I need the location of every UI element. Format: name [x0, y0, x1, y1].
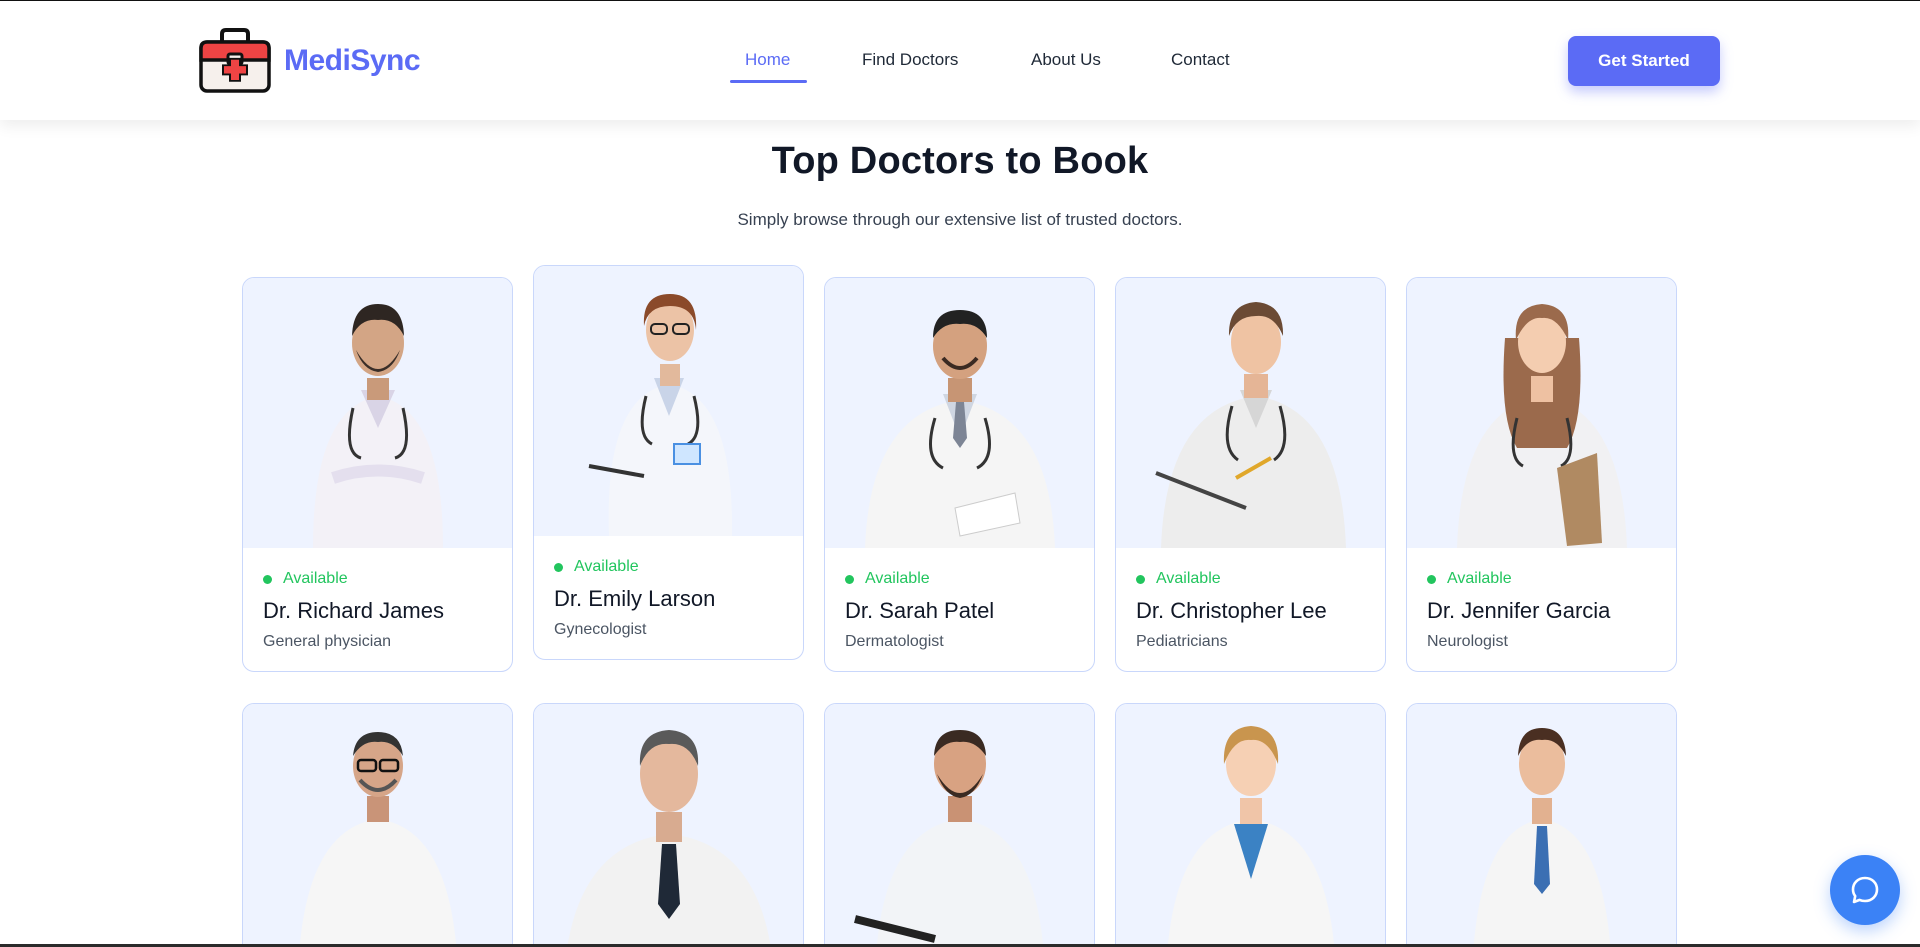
get-started-button[interactable]: Get Started — [1568, 36, 1720, 86]
availability-status: Available — [554, 558, 783, 576]
availability-label: Available — [865, 570, 930, 587]
doctor-portrait-icon — [1457, 304, 1627, 548]
doctor-portrait-icon — [1473, 728, 1611, 947]
nav-home-label: Home — [745, 50, 791, 69]
nav-contact[interactable]: Contact — [1171, 50, 1230, 70]
nav-about-us-label: About Us — [1031, 50, 1101, 69]
doctor-card[interactable]: Available Dr. Christopher Lee Pediatrici… — [1115, 277, 1386, 672]
status-dot — [1136, 574, 1145, 584]
doctor-card[interactable]: Available Dr. Richard James General phys… — [242, 277, 513, 672]
doctor-card[interactable] — [824, 703, 1095, 947]
doctor-card[interactable]: Available Dr. Emily Larson Gynecologist — [533, 265, 804, 660]
doctor-name: Dr. Jennifer Garcia — [1427, 598, 1611, 623]
availability-label: Available — [574, 558, 639, 575]
doctor-name: Dr. Christopher Lee — [1136, 598, 1327, 623]
doctor-photo — [1407, 704, 1676, 947]
brand-logo[interactable]: MediSync — [198, 28, 421, 94]
doctor-name: Dr. Emily Larson — [554, 586, 716, 611]
doctor-card[interactable] — [533, 703, 804, 947]
doctor-portrait-icon — [588, 294, 733, 536]
availability-status: Available — [1136, 570, 1365, 588]
doctor-photo — [1407, 278, 1676, 548]
doctor-specialty: Gynecologist — [554, 621, 647, 638]
nav-home[interactable]: Home — [745, 50, 790, 70]
nav-about-us[interactable]: About Us — [1031, 50, 1101, 70]
doctor-portrait-icon — [313, 304, 443, 548]
status-dot — [263, 574, 272, 584]
doctor-photo — [243, 278, 512, 548]
availability-status: Available — [1427, 570, 1656, 588]
doctor-photo — [1116, 278, 1385, 548]
doctor-portrait-icon — [299, 732, 457, 947]
doctor-specialty: Pediatricians — [1136, 633, 1228, 650]
availability-label: Available — [283, 570, 348, 587]
doctor-photo — [534, 704, 803, 947]
doctor-name: Dr. Sarah Patel — [845, 598, 995, 623]
page-subtitle: Simply browse through our extensive list… — [737, 210, 1183, 229]
chat-bubble-icon — [1851, 876, 1879, 904]
brand-name: MediSync — [284, 44, 421, 77]
availability-status: Available — [845, 570, 1074, 588]
doctor-portrait-icon — [1167, 726, 1335, 947]
nav-find-doctors[interactable]: Find Doctors — [862, 50, 958, 70]
status-dot — [554, 562, 563, 572]
doctor-photo — [1116, 704, 1385, 947]
doctor-portrait-icon — [1155, 302, 1346, 548]
doctor-specialty: General physician — [263, 633, 392, 650]
doctor-photo — [825, 278, 1094, 548]
doctor-card[interactable] — [242, 703, 513, 947]
doctor-name: Dr. Richard James — [263, 598, 444, 623]
doctor-card[interactable] — [1406, 703, 1677, 947]
site-header: MediSync Home Find Doctors About Us Cont… — [0, 0, 1920, 120]
doctor-photo — [243, 704, 512, 947]
page-title: Top Doctors to Book — [771, 140, 1149, 182]
doctor-card[interactable]: Available Dr. Jennifer Garcia Neurologis… — [1406, 277, 1677, 672]
availability-status: Available — [263, 570, 492, 588]
nav-find-doctors-label: Find Doctors — [862, 50, 959, 69]
doctor-portrait-icon — [567, 730, 771, 947]
doctor-card[interactable]: Available Dr. Sarah Patel Dermatologist — [824, 277, 1095, 672]
availability-label: Available — [1156, 570, 1221, 587]
status-dot — [1427, 574, 1436, 584]
doctor-specialty: Neurologist — [1427, 633, 1508, 650]
doctor-portrait-icon — [854, 730, 1044, 947]
doctor-portrait-icon — [865, 310, 1055, 548]
chat-button[interactable] — [1830, 855, 1900, 925]
medical-kit-icon — [199, 28, 271, 93]
status-dot — [845, 574, 854, 584]
nav-active-indicator — [730, 80, 807, 83]
doctor-card[interactable] — [1115, 703, 1386, 947]
nav-contact-label: Contact — [1171, 50, 1230, 69]
doctor-photo — [534, 266, 803, 536]
doctor-specialty: Dermatologist — [845, 633, 944, 650]
availability-label: Available — [1447, 570, 1512, 587]
doctor-photo — [825, 704, 1094, 947]
